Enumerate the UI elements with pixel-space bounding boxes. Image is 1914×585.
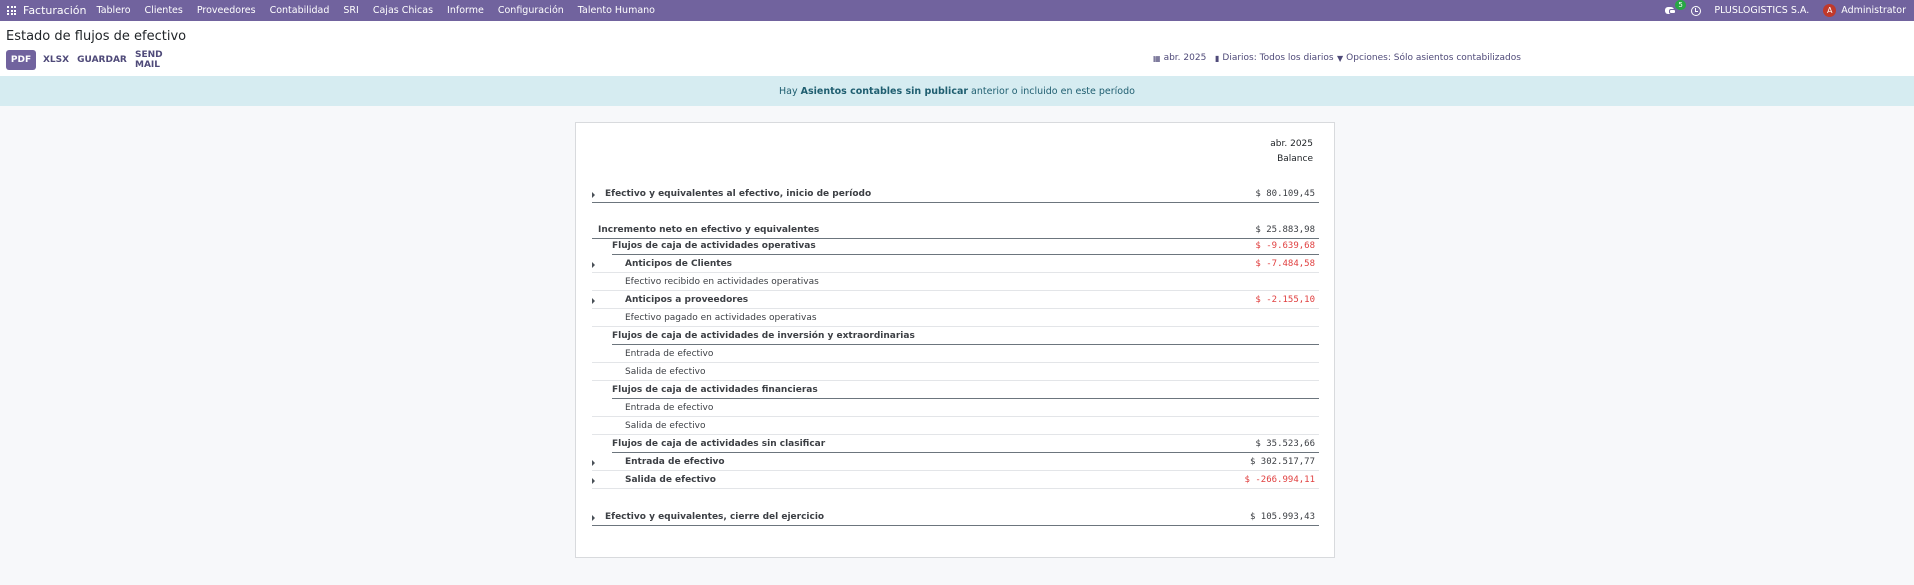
pdf-button[interactable]: PDF xyxy=(6,50,36,70)
save-button[interactable]: GUARDAR xyxy=(77,50,127,70)
navbar-systray: 5 PLUSLOGISTICS S.A. A Administrator xyxy=(1665,0,1906,21)
line-label: Efectivo recibido en actividades operati… xyxy=(625,277,819,287)
line-value: $ 25.883,98 xyxy=(1255,225,1315,235)
main-menu: Tablero Clientes Proveedores Contabilida… xyxy=(96,5,669,16)
line-value: $ 35.523,66 xyxy=(1255,439,1315,449)
report-line-supplier-advances[interactable]: Anticipos a proveedores $ -2.155,10 xyxy=(592,291,1319,309)
chat-count-badge: 5 xyxy=(1675,0,1686,10)
filter-icon: ▼ xyxy=(1337,53,1344,63)
report-line-financing-cash-in: Entrada de efectivo xyxy=(592,399,1319,417)
column-period-header: abr. 2025 xyxy=(1270,139,1313,149)
user-menu[interactable]: Administrator xyxy=(1841,5,1906,16)
chat-icon[interactable]: 5 xyxy=(1665,0,1686,15)
line-label: Anticipos de Clientes xyxy=(625,259,733,269)
top-navbar: Facturación Tablero Clientes Proveedores… xyxy=(0,0,1914,21)
line-label: Anticipos a proveedores xyxy=(625,295,749,305)
report-line-unclassified-cash-out[interactable]: Salida de efectivo $ -266.994,11 xyxy=(592,471,1319,489)
line-label: Incremento neto en efectivo y equivalent… xyxy=(598,225,820,235)
report-line-customer-advances[interactable]: Anticipos de Clientes $ -7.484,58 xyxy=(592,255,1319,273)
menu-item-proveedores[interactable]: Proveedores xyxy=(197,5,256,16)
line-label: Salida de efectivo xyxy=(625,421,706,431)
menu-item-cajas-chicas[interactable]: Cajas Chicas xyxy=(373,5,433,16)
line-value: $ -9.639,68 xyxy=(1255,241,1315,251)
report-line-cash-paid-operating: Efectivo pagado en actividades operativa… xyxy=(592,309,1319,327)
menu-item-informe[interactable]: Informe xyxy=(447,5,484,16)
report-line-investing-cash-out: Salida de efectivo xyxy=(592,363,1319,381)
company-switcher[interactable]: PLUSLOGISTICS S.A. xyxy=(1714,5,1809,16)
alert-suffix: anterior o incluido en este período xyxy=(971,85,1135,97)
report-line-financing-activities: Flujos de caja de actividades financiera… xyxy=(612,381,1319,399)
apps-menu-icon[interactable] xyxy=(7,6,16,15)
unposted-entries-link[interactable]: Asientos contables sin publicar xyxy=(801,86,968,97)
report-line-unclassified-cash-in[interactable]: Entrada de efectivo $ 302.517,77 xyxy=(592,453,1319,471)
line-value: $ -7.484,58 xyxy=(1255,259,1315,269)
send-mail-button[interactable]: SEND MAIL xyxy=(135,50,188,70)
line-value: $ 105.993,43 xyxy=(1249,512,1315,522)
alert-prefix: Hay xyxy=(779,85,798,97)
menu-item-configuracion[interactable]: Configuración xyxy=(498,5,564,16)
caret-right-icon[interactable] xyxy=(592,515,595,521)
line-label: Flujos de caja de actividades de inversi… xyxy=(612,331,915,341)
menu-item-sri[interactable]: SRI xyxy=(343,5,358,16)
report-line-cash-received-operating: Efectivo recibido en actividades operati… xyxy=(592,273,1319,291)
line-label: Flujos de caja de actividades sin clasif… xyxy=(612,439,826,449)
report-line-opening-cash[interactable]: Efectivo y equivalentes al efectivo, ini… xyxy=(592,185,1319,203)
options-filter[interactable]: ▼ Opciones: Sólo asientos contabilizados xyxy=(1337,53,1521,63)
line-label: Salida de efectivo xyxy=(625,367,706,377)
line-value: $ 80.109,45 xyxy=(1255,189,1315,199)
user-avatar[interactable]: A xyxy=(1823,4,1837,17)
menu-item-clientes[interactable]: Clientes xyxy=(145,5,183,16)
report-line-unclassified-activities: Flujos de caja de actividades sin clasif… xyxy=(612,435,1319,453)
report-line-financing-cash-out: Salida de efectivo xyxy=(592,417,1319,435)
unposted-entries-alert: Hay Asientos contables sin publicar ante… xyxy=(0,76,1914,106)
date-filter-label: abr. 2025 xyxy=(1163,53,1207,63)
line-label: Efectivo y equivalentes al efectivo, ini… xyxy=(605,189,872,199)
line-label: Efectivo y equivalentes, cierre del ejer… xyxy=(605,512,825,522)
caret-right-icon[interactable] xyxy=(592,192,595,198)
line-label: Entrada de efectivo xyxy=(625,457,725,467)
report-line-operating-activities: Flujos de caja de actividades operativas… xyxy=(612,237,1319,255)
date-filter[interactable]: ▦ abr. 2025 xyxy=(1153,53,1206,63)
line-label: Entrada de efectivo xyxy=(625,403,714,413)
caret-right-icon[interactable] xyxy=(592,460,595,466)
menu-item-talento-humano[interactable]: Talento Humano xyxy=(578,5,655,16)
line-value: $ 302.517,77 xyxy=(1249,457,1315,467)
line-label: Flujos de caja de actividades financiera… xyxy=(612,385,818,395)
book-icon: ▮ xyxy=(1215,53,1220,63)
menu-item-contabilidad[interactable]: Contabilidad xyxy=(270,5,330,16)
line-value: $ -2.155,10 xyxy=(1255,295,1315,305)
app-brand[interactable]: Facturación xyxy=(23,4,86,17)
caret-right-icon[interactable] xyxy=(592,478,595,484)
line-label: Salida de efectivo xyxy=(625,475,716,485)
journals-filter[interactable]: ▮ Diarios: Todos los diarios xyxy=(1215,53,1334,63)
report-line-closing-cash[interactable]: Efectivo y equivalentes, cierre del ejer… xyxy=(592,508,1319,526)
report-line-investing-cash-in: Entrada de efectivo xyxy=(592,345,1319,363)
column-balance-header: Balance xyxy=(1277,154,1313,164)
line-value: $ -266.994,11 xyxy=(1244,475,1315,485)
report-line-investing-activities: Flujos de caja de actividades de inversi… xyxy=(612,327,1319,345)
calendar-icon: ▦ xyxy=(1153,53,1161,63)
xlsx-button[interactable]: XLSX xyxy=(41,50,71,70)
line-label: Entrada de efectivo xyxy=(625,349,714,359)
journals-filter-label: Diarios: Todos los diarios xyxy=(1222,53,1334,63)
menu-item-tablero[interactable]: Tablero xyxy=(96,5,130,16)
options-filter-label: Opciones: Sólo asientos contabilizados xyxy=(1346,53,1521,63)
report-sheet: abr. 2025 Balance Efectivo y equivalente… xyxy=(575,122,1335,558)
activity-clock-icon[interactable] xyxy=(1691,5,1702,16)
page-title: Estado de flujos de efectivo xyxy=(6,29,187,44)
caret-right-icon[interactable] xyxy=(592,262,595,268)
line-label: Efectivo pagado en actividades operativa… xyxy=(625,313,817,323)
caret-right-icon[interactable] xyxy=(592,298,595,304)
control-panel xyxy=(0,21,1914,76)
line-label: Flujos de caja de actividades operativas xyxy=(612,241,816,251)
